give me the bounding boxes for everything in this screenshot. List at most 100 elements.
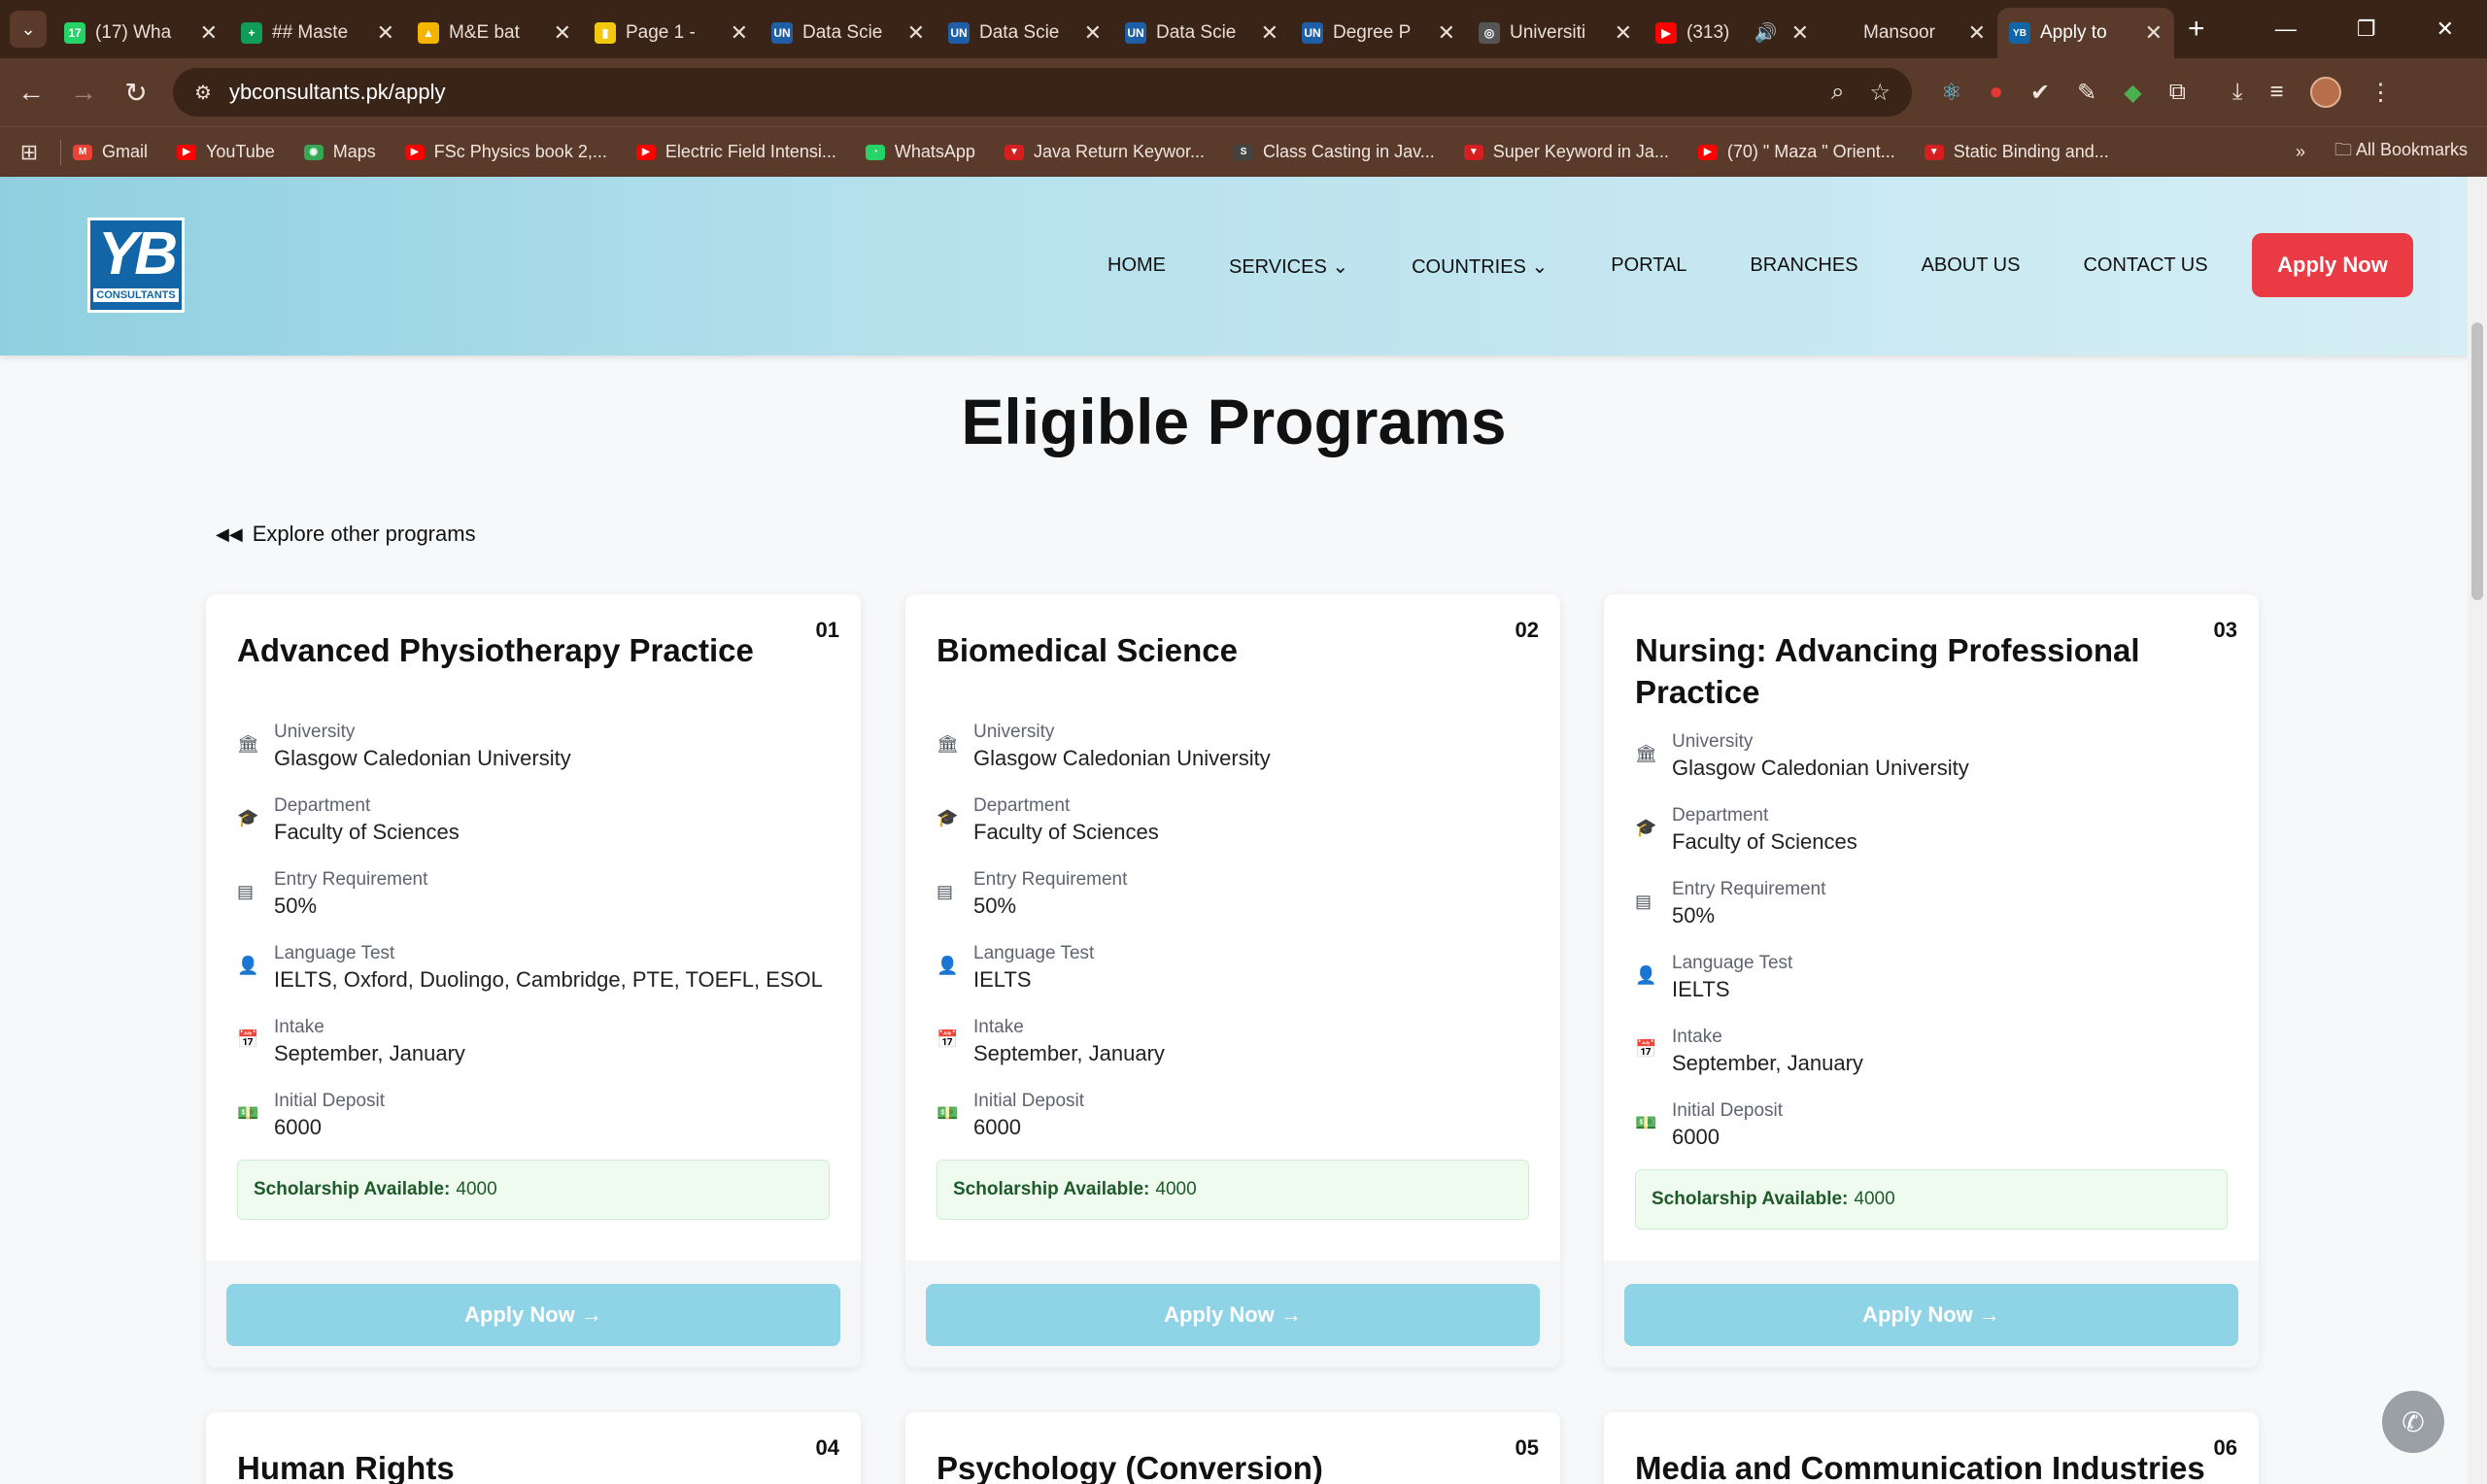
yb-logo[interactable]: YB CONSULTANTS: [87, 218, 185, 313]
adblock-icon[interactable]: ●: [1990, 79, 2004, 106]
bookmark-label: Static Binding and...: [1953, 142, 2109, 161]
more-menu-icon[interactable]: ⋮: [2368, 79, 2392, 107]
downloads-icon[interactable]: ⤓: [2232, 79, 2243, 106]
browser-tab[interactable]: ▲ M&E bat ✕: [406, 8, 583, 58]
forward-arrow-icon[interactable]: →: [62, 77, 105, 108]
page-scrollbar[interactable]: [2468, 177, 2487, 1484]
money-icon: 💵: [237, 1103, 259, 1123]
tab-close-icon[interactable]: ✕: [1791, 20, 1809, 46]
bookmark-item[interactable]: M Gmail: [73, 142, 148, 162]
program-number: 02: [1515, 618, 1539, 642]
color-picker-icon[interactable]: ✎: [2077, 79, 2096, 107]
youtube-icon: ▶: [177, 144, 197, 160]
browser-tab[interactable]: + ## Maste ✕: [229, 8, 406, 58]
bookmarks-overflow-icon[interactable]: »: [2296, 142, 2305, 162]
minimize-icon[interactable]: —: [2275, 17, 2297, 42]
bookmark-item[interactable]: ▼ Super Keyword in Ja...: [1463, 142, 1669, 162]
url-text[interactable]: ybconsultants.pk/apply: [229, 80, 1806, 105]
program-number: 06: [2213, 1435, 2237, 1460]
explore-other-programs-link[interactable]: ◀◀ Explore other programs: [216, 522, 476, 547]
tab-close-icon[interactable]: ✕: [1084, 20, 1102, 46]
tab-close-icon[interactable]: ✕: [554, 20, 571, 46]
zoom-icon[interactable]: ⌕: [1831, 79, 1844, 106]
logo-mark: YB: [97, 220, 178, 287]
green-extension-icon[interactable]: ◆: [2124, 79, 2141, 107]
detail-value: Faculty of Sciences: [1672, 829, 1857, 854]
browser-tab[interactable]: ◎ Universiti ✕: [1467, 8, 1644, 58]
nav-portal[interactable]: PORTAL: [1611, 254, 1686, 279]
apply-now-button[interactable]: Apply Now →: [226, 1284, 840, 1346]
detail-language: 👤 Language Test IELTS: [1635, 952, 2237, 1026]
nav-about-us[interactable]: ABOUT US: [1922, 254, 2021, 279]
apply-now-header-button[interactable]: Apply Now: [2252, 233, 2413, 297]
detail-intake: 📅 Intake September, January: [237, 1016, 839, 1090]
bookmarks-divider: [60, 139, 61, 165]
reading-list-icon[interactable]: ≡: [2269, 79, 2283, 106]
nav-services[interactable]: SERVICES ⌄: [1229, 254, 1348, 279]
tab-close-icon[interactable]: ✕: [1615, 20, 1632, 46]
logo-subtitle: CONSULTANTS: [93, 288, 179, 302]
nav-home[interactable]: HOME: [1107, 254, 1166, 279]
close-window-icon[interactable]: ✕: [2436, 17, 2454, 42]
react-devtools-icon[interactable]: ⚛: [1941, 79, 1962, 107]
browser-tab[interactable]: UN Data Scie ✕: [1113, 8, 1290, 58]
tab-close-icon[interactable]: ✕: [731, 20, 748, 46]
scholarship-label: Scholarship Available:: [254, 1179, 451, 1199]
detail-deposit: 💵 Initial Deposit 6000: [937, 1090, 1539, 1164]
checkmark-extension-icon[interactable]: ✔: [2030, 79, 2050, 107]
bookmark-star-icon[interactable]: ☆: [1869, 79, 1891, 107]
youtube-icon: ▶: [1697, 144, 1718, 160]
tab-close-icon[interactable]: ✕: [377, 20, 394, 46]
detail-university: 🏛 University Glasgow Caledonian University: [937, 721, 1539, 794]
site-info-icon[interactable]: ⚙: [194, 81, 212, 105]
tab-search-icon[interactable]: ⌄: [10, 11, 47, 48]
back-arrow-icon[interactable]: ←: [10, 77, 52, 108]
tab-close-icon[interactable]: ✕: [1261, 20, 1278, 46]
tab-close-icon[interactable]: ✕: [1968, 20, 1986, 46]
browser-tab[interactable]: ▮ Page 1 - ✕: [583, 8, 760, 58]
apply-now-button[interactable]: Apply Now →: [926, 1284, 1540, 1346]
bookmark-item[interactable]: ▶ Electric Field Intensi...: [635, 142, 836, 162]
bookmark-item[interactable]: ◔ WhatsApp: [865, 142, 975, 162]
bookmark-item[interactable]: ▶ YouTube: [177, 142, 275, 162]
tab-close-icon[interactable]: ✕: [2145, 20, 2163, 46]
extensions-puzzle-icon[interactable]: ⧉: [2169, 79, 2186, 106]
nav-contact-us[interactable]: CONTACT US: [2083, 254, 2207, 279]
tab-favicon-icon: 17: [64, 22, 85, 44]
card-footer: Apply Now →: [905, 1261, 1560, 1367]
bookmark-item[interactable]: ▶ (70) " Maza " Orient...: [1697, 142, 1895, 162]
restore-icon[interactable]: ❐: [2357, 17, 2376, 42]
all-bookmarks[interactable]: 🗀 All Bookmarks: [2334, 138, 2468, 167]
new-tab-plus-icon[interactable]: +: [2188, 13, 2205, 46]
tab-close-icon[interactable]: ✕: [200, 20, 218, 46]
browser-tab[interactable]: UN Degree P ✕: [1290, 8, 1467, 58]
bookmark-item[interactable]: ▼ Java Return Keywor...: [1004, 142, 1205, 162]
bookmark-item[interactable]: ▶ FSc Physics book 2,...: [404, 142, 607, 162]
browser-tab[interactable]: 17 (17) Wha ✕: [52, 8, 229, 58]
apply-now-button[interactable]: Apply Now →: [1624, 1284, 2238, 1346]
reload-icon[interactable]: ↻: [115, 77, 157, 109]
nav-countries[interactable]: COUNTRIES ⌄: [1412, 254, 1548, 279]
browser-tab[interactable]: Mansoor ✕: [1821, 8, 1997, 58]
address-bar[interactable]: ⚙ ybconsultants.pk/apply ⌕ ☆: [173, 68, 1912, 117]
whatsapp-chat-button[interactable]: ✆: [2382, 1391, 2444, 1453]
browser-tab-active[interactable]: YB Apply to ✕: [1997, 8, 2174, 58]
browser-tab[interactable]: ▶ (313) 🔊 ✕: [1644, 8, 1821, 58]
bookmark-label: FSc Physics book 2,...: [433, 142, 607, 161]
bookmark-item[interactable]: ▼ Static Binding and...: [1924, 142, 2109, 162]
bookmark-item[interactable]: ◉ Maps: [303, 142, 376, 162]
detail-value: 50%: [1672, 903, 1716, 928]
tab-close-icon[interactable]: ✕: [1438, 20, 1455, 46]
youtube-icon: ▶: [404, 144, 425, 160]
detail-department: 🎓 Department Faculty of Sciences: [237, 794, 839, 868]
nav-branches[interactable]: BRANCHES: [1750, 254, 1857, 279]
profile-avatar[interactable]: [2310, 77, 2342, 108]
scrollbar-thumb[interactable]: [2471, 322, 2483, 600]
scaler-icon: S: [1234, 144, 1254, 160]
browser-tab[interactable]: UN Data Scie ✕: [760, 8, 937, 58]
apps-grid-icon[interactable]: ⊞: [4, 140, 54, 165]
speaker-icon[interactable]: 🔊: [1755, 21, 1778, 45]
bookmark-item[interactable]: S Class Casting in Jav...: [1234, 142, 1435, 162]
browser-tab[interactable]: UN Data Scie ✕: [937, 8, 1113, 58]
tab-close-icon[interactable]: ✕: [907, 20, 925, 46]
